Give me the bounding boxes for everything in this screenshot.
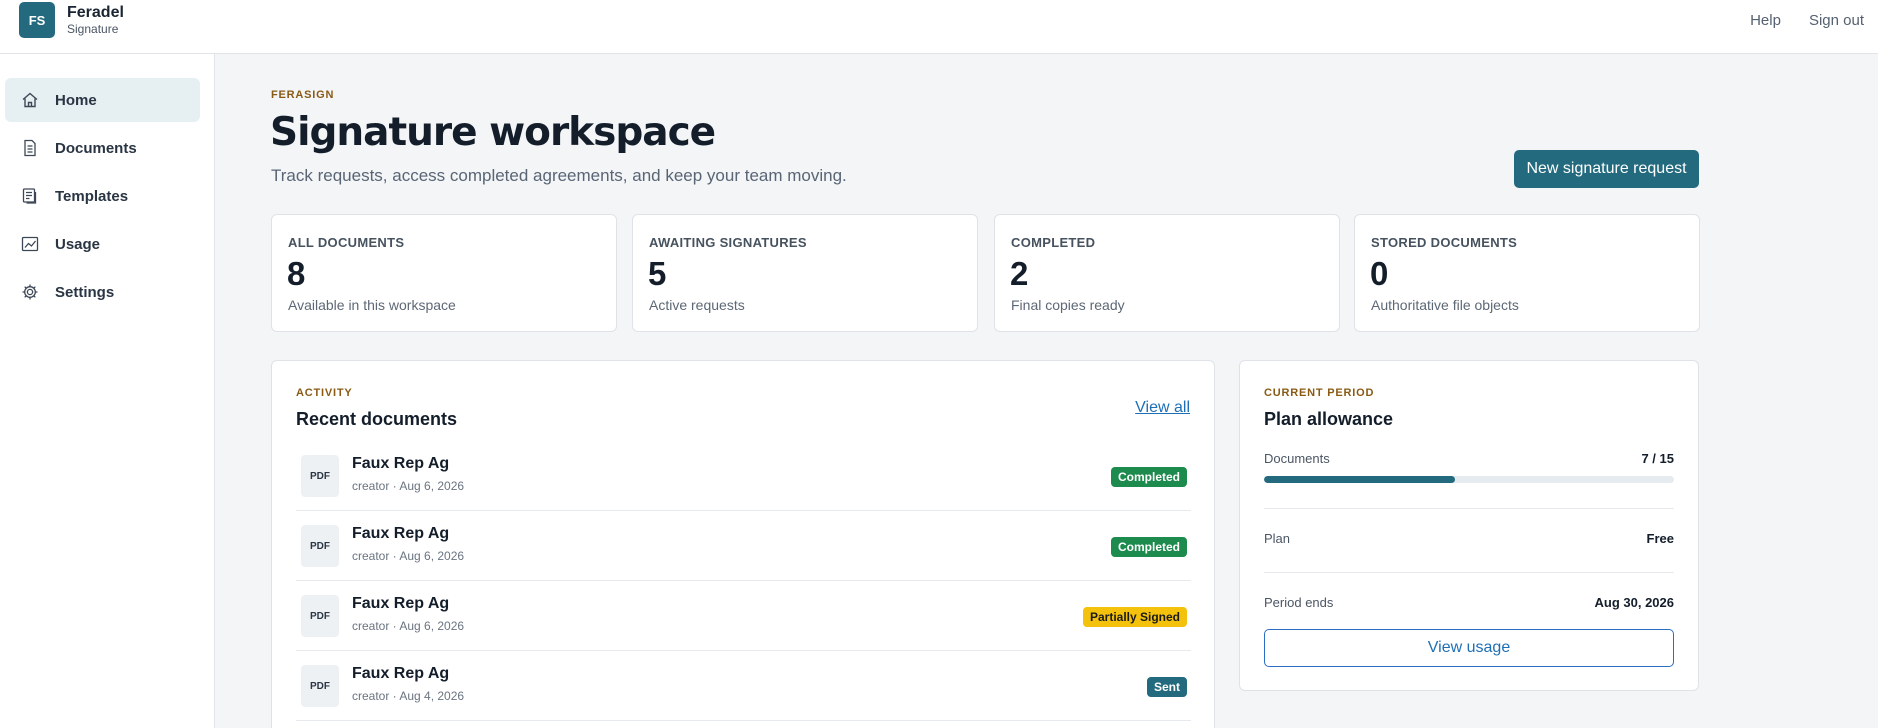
panel-title: Plan allowance	[1264, 409, 1394, 429]
stat-card-awaiting-signatures: AWAITING SIGNATURES 5 Active requests	[632, 214, 978, 332]
stat-value: 8	[287, 255, 306, 292]
plan-row: Plan Free	[1264, 531, 1674, 546]
document-row[interactable]: PDF Faux Rep Ag creator · Aug 6, 2026 Co…	[296, 441, 1191, 511]
page-title: Signature workspace	[270, 110, 716, 155]
sidebar-item-label: Templates	[55, 187, 129, 205]
stat-card-all-documents: ALL DOCUMENTS 8 Available in this worksp…	[271, 214, 617, 332]
status-badge: Partially Signed	[1082, 607, 1187, 627]
recent-documents-panel: ACTIVITY Recent documents View all PDF F…	[271, 360, 1215, 728]
stat-label: COMPLETED	[1011, 235, 1096, 250]
sidebar-item-documents[interactable]: Documents	[5, 126, 200, 170]
documents-usage-row: Documents 7 / 15	[1264, 451, 1674, 466]
pdf-file-icon: PDF	[301, 595, 339, 637]
document-name: Faux Rep Ag	[352, 455, 450, 472]
plan-allowance-panel: CURRENT PERIOD Plan allowance Documents …	[1239, 360, 1699, 691]
status-badge: Completed	[1110, 467, 1187, 487]
new-signature-request-button[interactable]: New signature request	[1514, 150, 1699, 188]
sidebar-item-label: Documents	[55, 139, 137, 157]
stat-description: Available in this workspace	[288, 297, 456, 313]
panel-title: Recent documents	[296, 409, 458, 429]
stat-description: Final copies ready	[1011, 297, 1125, 313]
document-meta: creator · Aug 6, 2026	[352, 619, 465, 633]
document-row[interactable]: PDF Faux Rep Ag creator · Aug 6, 2026 Co…	[296, 511, 1191, 581]
stat-description: Active requests	[649, 297, 745, 313]
sidebar-item-templates[interactable]: Templates	[5, 174, 200, 218]
pdf-file-icon: PDF	[301, 525, 339, 567]
status-badge: Sent	[1146, 677, 1187, 697]
panel-eyebrow: ACTIVITY	[296, 387, 353, 399]
brand-name: Feradel	[67, 4, 124, 21]
sidebar-item-label: Usage	[55, 235, 101, 253]
brand[interactable]: FS Feradel Signature	[19, 2, 124, 38]
documents-usage-progress	[1264, 476, 1674, 483]
pdf-file-icon: PDF	[301, 455, 339, 497]
divider	[1264, 508, 1674, 509]
divider	[1264, 572, 1674, 573]
page-subtitle: Track requests, access completed agreeme…	[271, 166, 847, 185]
document-meta: creator · Aug 6, 2026	[352, 479, 465, 493]
stat-value: 0	[1370, 255, 1389, 292]
document-meta: creator · Aug 6, 2026	[352, 549, 465, 563]
stat-card-completed: COMPLETED 2 Final copies ready	[994, 214, 1340, 332]
sidebar: Home Documents Templates Usage Settings	[0, 54, 215, 728]
document-name: Faux Rep Ag	[352, 595, 450, 612]
period-label: Period ends	[1264, 595, 1334, 610]
home-icon	[21, 91, 39, 109]
document-meta: creator · Aug 4, 2026	[352, 689, 465, 703]
stat-card-stored-documents: STORED DOCUMENTS 0 Authoritative file ob…	[1354, 214, 1700, 332]
template-icon	[21, 187, 39, 205]
status-badge: Completed	[1110, 537, 1187, 557]
stat-label: ALL DOCUMENTS	[288, 235, 405, 250]
chart-icon	[21, 235, 39, 253]
brand-logo: FS	[19, 2, 55, 38]
page-eyebrow: FERASIGN	[271, 89, 335, 101]
stat-label: AWAITING SIGNATURES	[649, 235, 807, 250]
sidebar-item-label: Home	[55, 91, 97, 109]
document-name: Faux Rep Ag	[352, 525, 450, 542]
stat-value: 2	[1010, 255, 1029, 292]
gear-icon	[21, 283, 39, 301]
period-value: Aug 30, 2026	[1594, 595, 1675, 610]
panel-eyebrow: CURRENT PERIOD	[1264, 387, 1375, 399]
document-name: Faux Rep Ag	[352, 665, 450, 682]
stat-value: 5	[648, 255, 667, 292]
brand-subtitle: Signature	[67, 22, 119, 36]
stat-label: STORED DOCUMENTS	[1371, 235, 1518, 250]
document-row[interactable]: PDF Faux Rep Ag creator · Aug 4, 2026 Se…	[296, 651, 1191, 721]
progress-fill	[1264, 476, 1456, 483]
help-link[interactable]: Help	[1750, 12, 1781, 29]
documents-usage-value: 7 / 15	[1641, 451, 1674, 466]
pdf-file-icon: PDF	[301, 665, 339, 707]
view-all-link[interactable]: View all	[1135, 399, 1190, 417]
sign-out-link[interactable]: Sign out	[1809, 12, 1864, 29]
sidebar-item-home[interactable]: Home	[5, 78, 200, 122]
documents-usage-label: Documents	[1264, 451, 1330, 466]
top-bar: FS Feradel Signature Help Sign out	[0, 0, 1878, 54]
period-row: Period ends Aug 30, 2026	[1264, 595, 1674, 610]
plan-value: Free	[1646, 531, 1674, 546]
document-row[interactable]: PDF Faux Rep Ag creator · Aug 6, 2026 Pa…	[296, 581, 1191, 651]
stat-description: Authoritative file objects	[1371, 297, 1519, 313]
plan-label: Plan	[1264, 531, 1291, 546]
sidebar-item-settings[interactable]: Settings	[5, 270, 200, 314]
view-usage-button[interactable]: View usage	[1264, 629, 1674, 667]
document-icon	[21, 139, 39, 157]
sidebar-item-label: Settings	[55, 283, 115, 301]
sidebar-item-usage[interactable]: Usage	[5, 222, 200, 266]
